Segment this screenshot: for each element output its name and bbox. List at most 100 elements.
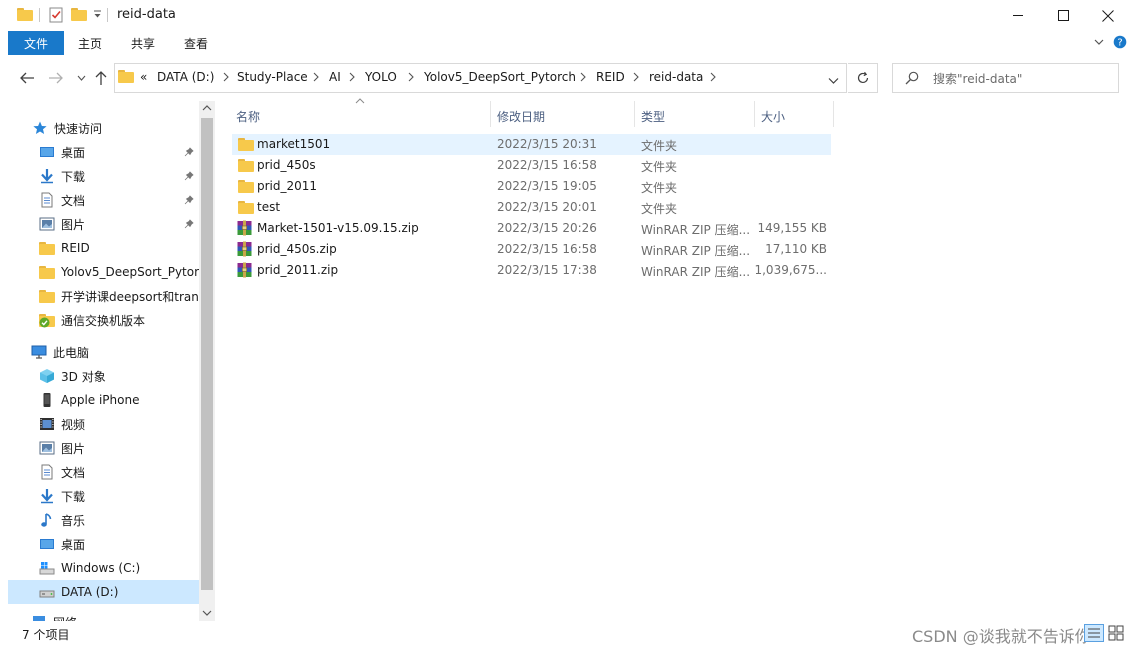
- file-row[interactable]: prid_450s.zip 2022/3/15 16:58 WinRAR ZIP…: [232, 239, 831, 260]
- column-divider[interactable]: [754, 101, 755, 127]
- pin-icon[interactable]: [184, 147, 194, 157]
- sidebar-item-reid[interactable]: REID: [39, 236, 199, 260]
- forward-button[interactable]: [47, 69, 65, 87]
- sidebar-item-label: 图片: [61, 441, 86, 456]
- expand-ribbon-icon[interactable]: [1093, 36, 1105, 51]
- sidebar-item-pictures-pc[interactable]: 图片: [39, 436, 199, 460]
- breadcrumb-item[interactable]: YOLO: [365, 70, 397, 84]
- chevron-right-icon[interactable]: [312, 71, 320, 83]
- sidebar-item-desktop[interactable]: 桌面: [39, 140, 199, 164]
- chevron-down-icon: [828, 78, 839, 84]
- file-type: WinRAR ZIP 压缩...: [641, 223, 749, 237]
- sidebar-item-label: 视频: [61, 417, 86, 432]
- sort-ascending-icon: [355, 98, 365, 104]
- breadcrumb-overflow[interactable]: «: [140, 70, 147, 84]
- sidebar-item-label: 下载: [61, 169, 86, 184]
- file-date: 2022/3/15 20:01: [497, 200, 597, 214]
- chevron-right-icon[interactable]: [348, 71, 356, 83]
- file-date: 2022/3/15 19:05: [497, 179, 597, 193]
- maximize-icon: [1057, 10, 1069, 21]
- refresh-button[interactable]: [848, 63, 878, 93]
- file-row[interactable]: Market-1501-v15.09.15.zip 2022/3/15 20:2…: [232, 218, 831, 239]
- file-date: 2022/3/15 17:38: [497, 263, 597, 277]
- tab-file[interactable]: 文件: [8, 31, 64, 55]
- scroll-down-icon[interactable]: [202, 609, 212, 617]
- back-button[interactable]: [18, 69, 36, 87]
- scroll-up-icon[interactable]: [202, 104, 212, 112]
- sidebar-item-windows-c[interactable]: Windows (C:): [39, 556, 199, 580]
- sidebar-item-lecture-folder[interactable]: 开学讲课deepsort和tran: [39, 284, 199, 308]
- sidebar-item-apple-iphone[interactable]: Apple iPhone: [39, 388, 199, 412]
- new-folder-icon[interactable]: [71, 7, 87, 22]
- minimize-button[interactable]: [995, 0, 1041, 31]
- breadcrumb-item[interactable]: DATA (D:): [157, 70, 214, 84]
- sidebar-item-label: 音乐: [61, 513, 86, 528]
- sidebar-item-videos[interactable]: 视频: [39, 412, 199, 436]
- file-row[interactable]: market1501 2022/3/15 20:31 文件夹: [232, 134, 831, 155]
- help-icon[interactable]: ?: [1113, 35, 1127, 52]
- winrar-icon: [237, 220, 252, 236]
- chevron-right-icon[interactable]: [407, 71, 415, 83]
- details-view-icon[interactable]: [1084, 624, 1104, 642]
- file-row[interactable]: prid_450s 2022/3/15 16:58 文件夹: [232, 155, 831, 176]
- sidebar-item-label: DATA (D:): [61, 585, 119, 599]
- sidebar-item-music[interactable]: 音乐: [39, 508, 199, 532]
- chevron-right-icon[interactable]: [632, 71, 640, 83]
- column-header-name[interactable]: 名称: [236, 105, 260, 127]
- sidebar-item-pictures[interactable]: 图片: [39, 212, 199, 236]
- video-icon: [40, 418, 54, 430]
- column-divider[interactable]: [833, 101, 834, 127]
- file-row[interactable]: test 2022/3/15 20:01 文件夹: [232, 197, 831, 218]
- column-header-date[interactable]: 修改日期: [497, 105, 545, 127]
- chevron-right-icon[interactable]: [579, 71, 587, 83]
- column-divider[interactable]: [634, 101, 635, 127]
- breadcrumb-item[interactable]: AI: [329, 70, 341, 84]
- navigation-pane: 快速访问 桌面 下载 文档 图片 REID Yolov5_DeepSort_Py…: [8, 101, 214, 621]
- column-header-type[interactable]: 类型: [641, 105, 665, 127]
- pin-icon[interactable]: [184, 195, 194, 205]
- sidebar-item-label: 桌面: [61, 537, 86, 552]
- chevron-right-icon[interactable]: [222, 71, 230, 83]
- sidebar-item-downloads-pc[interactable]: 下载: [39, 484, 199, 508]
- file-row[interactable]: prid_2011 2022/3/15 19:05 文件夹: [232, 176, 831, 197]
- tab-home[interactable]: 主页: [78, 31, 102, 55]
- up-button[interactable]: [92, 69, 110, 87]
- breadcrumb-item[interactable]: REID: [596, 70, 625, 84]
- close-button[interactable]: [1085, 0, 1131, 31]
- recent-locations-button[interactable]: [72, 69, 90, 87]
- properties-icon[interactable]: [49, 7, 65, 23]
- sidebar-item-3d-objects[interactable]: 3D 对象: [39, 364, 199, 388]
- sidebar-item-downloads[interactable]: 下载: [39, 164, 199, 188]
- tab-share[interactable]: 共享: [131, 31, 155, 55]
- sidebar-scrollbar-thumb[interactable]: [201, 118, 213, 590]
- sidebar-item-label: 网络: [53, 614, 77, 622]
- sidebar-item-documents[interactable]: 文档: [39, 188, 199, 212]
- network-icon: [33, 616, 45, 621]
- column-header-size[interactable]: 大小: [761, 105, 785, 127]
- file-row[interactable]: prid_2011.zip 2022/3/15 17:38 WinRAR ZIP…: [232, 260, 831, 281]
- sidebar-item-quick-access[interactable]: 快速访问: [32, 116, 202, 140]
- maximize-button[interactable]: [1040, 0, 1086, 31]
- sidebar-item-desktop-pc[interactable]: 桌面: [39, 532, 199, 556]
- breadcrumb-item[interactable]: Yolov5_DeepSort_Pytorch: [424, 70, 576, 84]
- picture-icon: [39, 217, 55, 231]
- file-size: 149,155 KB: [757, 221, 827, 235]
- tab-view[interactable]: 查看: [184, 31, 208, 55]
- sidebar-item-label: 快速访问: [54, 121, 103, 136]
- sidebar-item-network[interactable]: 网络: [31, 610, 201, 621]
- breadcrumb-item[interactable]: Study-Place: [237, 70, 308, 84]
- sidebar-item-documents-pc[interactable]: 文档: [39, 460, 199, 484]
- address-history-button[interactable]: [828, 74, 839, 88]
- breadcrumb-item[interactable]: reid-data: [649, 70, 703, 84]
- chevron-right-icon[interactable]: [709, 71, 717, 83]
- sidebar-item-yolov5-deepsort[interactable]: Yolov5_DeepSort_Pytorc: [39, 260, 199, 284]
- pin-icon[interactable]: [184, 171, 194, 181]
- column-divider[interactable]: [490, 101, 491, 127]
- sidebar-item-data-d[interactable]: DATA (D:): [8, 580, 199, 604]
- sidebar-item-this-pc[interactable]: 此电脑: [31, 340, 201, 364]
- large-icons-view-icon[interactable]: [1106, 624, 1126, 642]
- sidebar-item-switch-version[interactable]: 通信交换机版本: [39, 308, 199, 332]
- sidebar-item-label: 通信交换机版本: [61, 313, 146, 328]
- pin-icon[interactable]: [184, 219, 194, 229]
- customize-toolbar-icon[interactable]: [93, 9, 102, 23]
